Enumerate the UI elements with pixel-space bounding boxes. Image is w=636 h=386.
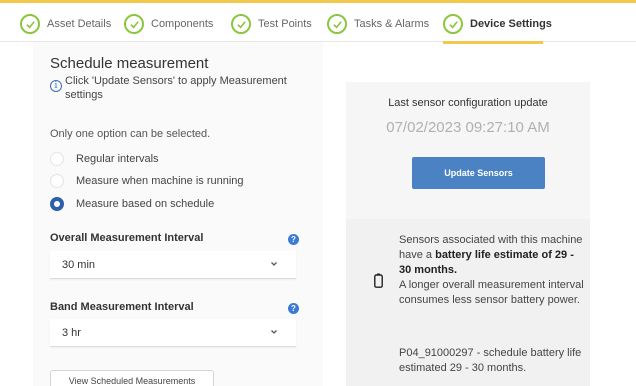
band-interval-select[interactable]: 3 hr <box>50 319 296 347</box>
selection-hint: Only one option can be selected. <box>50 128 211 140</box>
radio-button-selected[interactable] <box>50 197 64 211</box>
check-circle-icon <box>443 14 463 34</box>
last-update-title: Last sensor configuration update <box>388 97 548 109</box>
radio-label: Measure based on schedule <box>76 198 215 210</box>
chevron-down-icon <box>271 330 277 334</box>
tab-label: Asset Details <box>47 18 112 30</box>
tab-label: Components <box>151 18 214 30</box>
tab-label: Test Points <box>258 18 312 30</box>
tab-test-points[interactable]: Test Points <box>231 11 312 37</box>
tab-device-settings[interactable]: Device Settings <box>443 11 552 37</box>
active-tab-indicator <box>443 41 543 44</box>
help-icon[interactable]: ? <box>288 303 299 314</box>
band-interval-label: Band Measurement Interval <box>50 301 194 313</box>
battery-text-note: A longer overall measurement interval co… <box>399 279 584 306</box>
tab-label: Device Settings <box>470 18 552 30</box>
tab-bar: Asset Details Components Test Points Tas… <box>0 0 636 44</box>
battery-estimate-text: Sensors associated with this machine hav… <box>399 233 589 308</box>
sensor-battery-line: P04_91000297 - schedule battery life est… <box>399 347 582 374</box>
chevron-down-icon <box>271 262 277 266</box>
info-icon: i <box>50 80 62 92</box>
overall-interval-label: Overall Measurement Interval <box>50 232 204 244</box>
check-circle-icon <box>231 14 251 34</box>
radio-button[interactable] <box>50 152 64 166</box>
overall-interval-select[interactable]: 30 min <box>50 251 296 279</box>
battery-icon <box>374 273 383 288</box>
tab-tasks-alarms[interactable]: Tasks & Alarms <box>327 11 429 37</box>
section-title: Schedule measurement <box>50 55 209 72</box>
tab-components[interactable]: Components <box>124 11 213 37</box>
check-circle-icon <box>327 14 347 34</box>
check-circle-icon <box>20 14 40 34</box>
last-update-date: 07/02/2023 09:27:10 AM <box>386 119 550 136</box>
radio-button[interactable] <box>50 174 64 188</box>
radio-label: Regular intervals <box>76 153 159 165</box>
view-scheduled-measurements-button[interactable]: View Scheduled Measurements <box>50 370 214 386</box>
help-icon[interactable]: ? <box>288 234 299 245</box>
radio-based-on-schedule[interactable]: Measure based on schedule <box>50 196 214 212</box>
info-text: Click 'Update Sensors' to apply Measurem… <box>65 75 287 101</box>
update-sensors-button[interactable]: Update Sensors <box>412 157 545 189</box>
tab-label: Tasks & Alarms <box>354 18 430 30</box>
check-circle-icon <box>124 14 144 34</box>
select-value: 3 hr <box>62 327 81 339</box>
tab-asset-details[interactable]: Asset Details <box>20 11 111 37</box>
select-value: 30 min <box>62 259 96 271</box>
radio-label: Measure when machine is running <box>76 175 244 187</box>
radio-regular-intervals[interactable]: Regular intervals <box>50 151 159 167</box>
radio-machine-running[interactable]: Measure when machine is running <box>50 173 244 189</box>
